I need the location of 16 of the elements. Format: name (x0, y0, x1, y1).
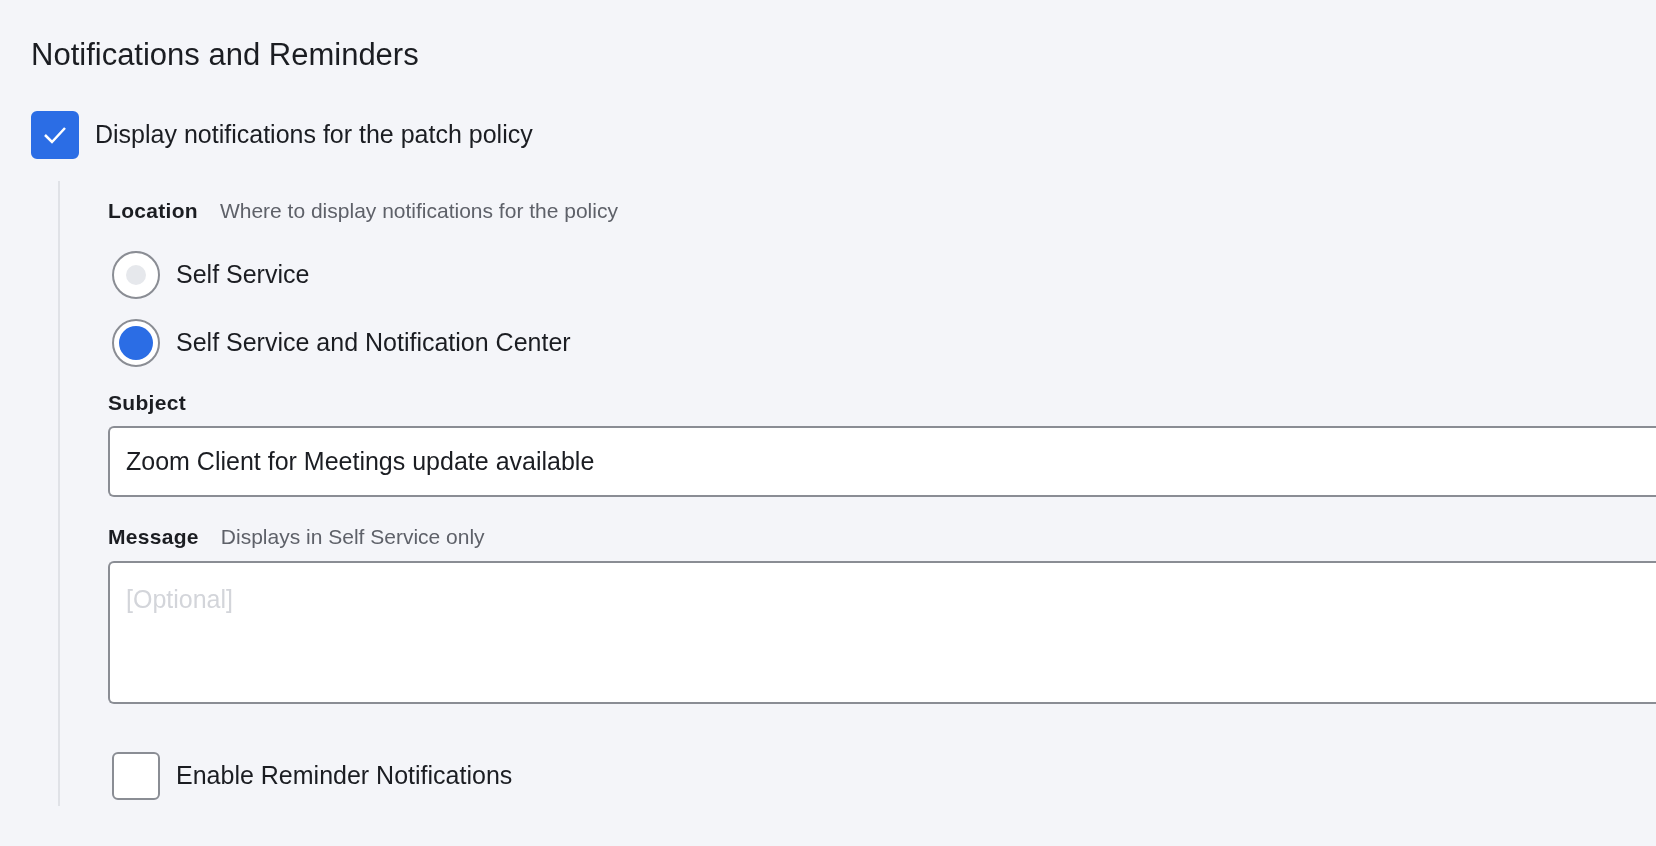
field-hint: Where to display notifications for the policy (219, 198, 618, 225)
section-title: Notifications and Reminders (31, 36, 420, 74)
checkbox-label: Display notifications for the patch policy (95, 119, 533, 151)
radio-label: Self Service and Notification Center (176, 326, 571, 358)
checkbox[interactable] (112, 751, 160, 800)
radio-label: Self Service (176, 258, 310, 290)
field-hint: Displays in Self Service only (220, 524, 485, 551)
field-label: Location (108, 198, 198, 225)
check-icon (42, 125, 68, 146)
radio-button[interactable] (112, 250, 160, 299)
field-label: Subject (108, 389, 187, 416)
checkbox-label: Enable Reminder Notifications (176, 759, 513, 791)
subject-field[interactable]: Zoom Client for Meetings update available (108, 426, 1656, 498)
radio-button[interactable] (112, 318, 160, 367)
field-label: Message (108, 524, 199, 551)
checkbox[interactable] (31, 111, 79, 160)
